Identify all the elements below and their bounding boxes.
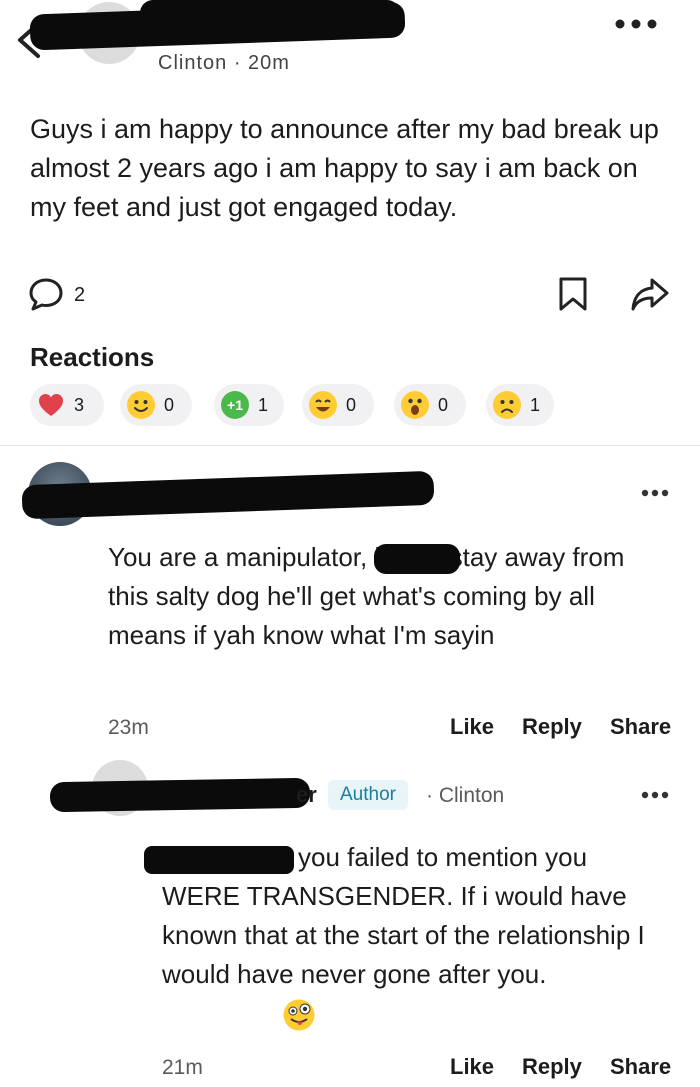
reply-location: · Clinton	[426, 784, 505, 807]
heart-icon	[36, 390, 66, 420]
share-button[interactable]: Share	[610, 1054, 671, 1080]
more-options-icon[interactable]	[612, 14, 660, 34]
plus-one-label: +1	[227, 397, 243, 413]
redacted-author-name-2	[140, 0, 400, 26]
section-divider	[0, 445, 700, 446]
tongue-wink-emoji-icon	[283, 999, 315, 1031]
reaction-sad[interactable]: 1	[486, 384, 554, 426]
like-button[interactable]: Like	[450, 1054, 494, 1080]
reaction-count: 3	[74, 394, 85, 415]
author-badge: Author	[328, 780, 408, 810]
surprised-icon	[400, 390, 430, 420]
reaction-count: 0	[438, 394, 449, 415]
share-button[interactable]: Share	[610, 714, 671, 740]
name-fragment: er	[296, 782, 317, 807]
post-meta: Clinton · 20m	[158, 52, 290, 74]
reply-time: 21m	[162, 1056, 203, 1079]
reply-button[interactable]: Reply	[522, 1054, 582, 1080]
reaction-count: 1	[258, 394, 269, 415]
reply-button[interactable]: Reply	[522, 714, 582, 740]
reaction-laugh[interactable]: 0	[302, 384, 374, 426]
post-text: Guys i am happy to announce after my bad…	[30, 114, 659, 222]
reaction-smile[interactable]: 0	[120, 384, 192, 426]
reactions-title: Reactions	[30, 342, 155, 372]
more-options-icon[interactable]	[640, 790, 670, 800]
reaction-surprised[interactable]: 0	[394, 384, 466, 426]
comment-icon[interactable]	[28, 276, 64, 312]
plus-one-icon: +1	[220, 390, 250, 420]
redacted-name-in-comment	[374, 544, 460, 574]
bookmark-icon[interactable]	[558, 276, 588, 312]
share-icon[interactable]	[630, 274, 670, 314]
reaction-count: 0	[164, 394, 175, 415]
comment-time: 23m	[108, 716, 149, 739]
comment-count: 2	[74, 284, 86, 306]
sad-icon	[492, 390, 522, 420]
more-options-icon[interactable]	[640, 488, 670, 498]
redacted-reply-author-name	[49, 777, 311, 813]
smile-icon	[126, 390, 156, 420]
laugh-icon	[308, 390, 338, 420]
reaction-count: 0	[346, 394, 357, 415]
like-button[interactable]: Like	[450, 714, 494, 740]
reaction-plus-one[interactable]: +1 1	[214, 384, 284, 426]
reaction-count: 1	[530, 394, 541, 415]
redacted-mention	[144, 846, 294, 874]
reaction-heart[interactable]: 3	[30, 384, 104, 426]
